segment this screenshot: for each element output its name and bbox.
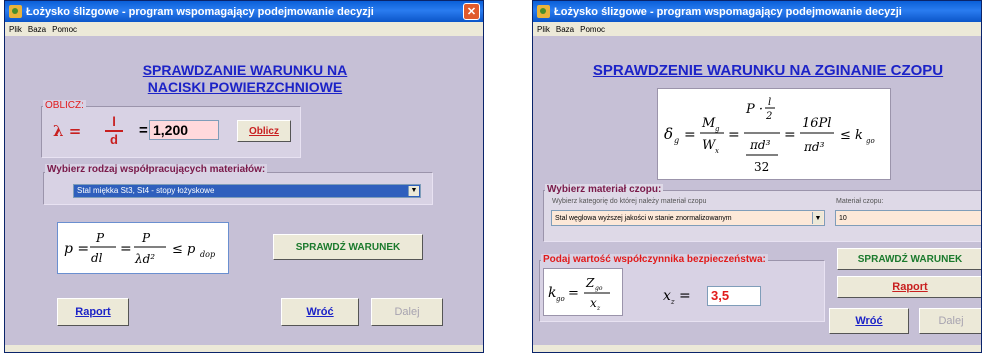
kgo-formula: k go = Z go x z: [543, 268, 623, 316]
bf-kgo-sub: go: [866, 137, 875, 145]
right-window: Łożysko ślizgowe - program wspomagający …: [532, 0, 982, 353]
formula-num1: P: [95, 231, 105, 245]
menu-plik[interactable]: Plik: [9, 25, 22, 34]
page-title: SPRAWDZENIE WARUNKU NA ZGINANIE CZOPU: [592, 62, 944, 79]
bf-eq2: =: [728, 127, 740, 143]
materials-select[interactable]: Stal miękka St3, St4 - stopy łożyskowe ▼: [73, 184, 421, 198]
bf-eq3: =: [784, 127, 796, 143]
formula-den2: λd²: [134, 252, 155, 266]
close-icon[interactable]: ✕: [463, 3, 480, 20]
material-group-label: Wybierz materiał czopu:: [545, 184, 664, 195]
report-button[interactable]: Raport: [837, 276, 981, 298]
materials-group-label: Wybierz rodzaj współpracujących materiał…: [45, 164, 268, 175]
kgo-x: x: [590, 296, 597, 310]
category-selected-value: Stal węglowa wyższej jakości w stanie zn…: [555, 214, 732, 222]
menu-baza[interactable]: Baza: [28, 25, 46, 34]
page-title-line1: SPRAWDZANIE WARUNKU NA: [142, 62, 348, 78]
xz-input[interactable]: 3,5: [707, 286, 761, 306]
oblicz-button-label: Oblicz: [248, 125, 279, 137]
back-button-label: Wróć: [306, 306, 334, 318]
left-titlebar: Łożysko ślizgowe - program wspomagający …: [5, 1, 483, 22]
kgo-sub: go: [556, 295, 565, 303]
materials-selected-value: Stal miękka St3, St4 - stopy łożyskowe: [77, 186, 215, 195]
bf-mg: M: [701, 116, 716, 131]
menu-plik[interactable]: Plik: [537, 25, 550, 34]
menu-pomoc[interactable]: Pomoc: [52, 25, 77, 34]
category-label: Wybierz kategorię do której należy mater…: [551, 198, 708, 205]
formula-p: p =: [64, 241, 89, 257]
bf-wx-sub: x: [715, 147, 719, 155]
xz-symbol: xz =: [663, 288, 691, 306]
bf-l: l: [768, 97, 771, 108]
next-button[interactable]: Dalej: [371, 298, 443, 326]
back-button[interactable]: Wróć: [829, 308, 909, 334]
window-title: Łożysko ślizgowe - program wspomagający …: [26, 5, 374, 18]
bf-mg-sub: g: [715, 125, 720, 133]
oblicz-button[interactable]: Oblicz: [237, 120, 291, 142]
material-label: Materiał czopu:: [835, 198, 885, 205]
equals-sign: =: [139, 122, 148, 139]
material-selected-value: 10: [839, 214, 847, 222]
formula-sub: dop: [200, 250, 215, 259]
left-menubar: Plik Baza Pomoc: [5, 22, 483, 36]
formula-num2: P: [141, 231, 151, 245]
safety-group-label: Podaj wartość współczynnika bezpieczeńst…: [541, 254, 768, 265]
left-content: SPRAWDZANIE WARUNKU NA NACISKI POWIERZCH…: [5, 36, 483, 352]
formula-eq: =: [120, 241, 132, 257]
check-condition-button[interactable]: SPRAWDŹ WARUNEK: [273, 234, 423, 260]
pressure-formula: p = P dl = P λd² ≤ p dop: [57, 222, 229, 274]
formula-den1: dl: [91, 251, 103, 265]
bf-le: ≤ k: [840, 128, 863, 143]
lambda-fraction: l d: [105, 114, 123, 148]
check-condition-button[interactable]: SPRAWDŹ WARUNEK: [837, 248, 981, 270]
menu-pomoc[interactable]: Pomoc: [580, 25, 605, 34]
bf-pid3: πd³: [749, 138, 771, 152]
bf-delta: δ: [664, 125, 673, 143]
lambda-numerator: l: [105, 114, 123, 132]
back-button-label: Wróć: [855, 315, 883, 327]
kgo-z-sub: go: [595, 285, 603, 292]
next-button[interactable]: Dalej: [919, 308, 981, 334]
oblicz-group-label: OBLICZ:: [43, 100, 86, 111]
bf-pid3b: πd³: [803, 140, 825, 154]
bf-eq1: =: [684, 127, 696, 143]
right-content: SPRAWDZENIE WARUNKU NA ZGINANIE CZOPU δ …: [533, 36, 981, 352]
report-button[interactable]: Raport: [57, 298, 129, 326]
back-button[interactable]: Wróć: [281, 298, 359, 326]
lambda-symbol: λ =: [53, 122, 82, 140]
kgo-z: Z: [585, 276, 595, 290]
window-title: Łożysko ślizgowe - program wspomagający …: [554, 5, 902, 18]
bf-delta-sub: g: [674, 136, 679, 145]
formula-le: ≤ p: [172, 242, 196, 257]
left-status-strip: [5, 345, 483, 352]
dropdown-arrow-icon[interactable]: ▼: [408, 186, 419, 196]
bf-p: P ·: [745, 102, 763, 117]
left-window: Łożysko ślizgowe - program wspomagający …: [4, 0, 484, 353]
right-titlebar: Łożysko ślizgowe - program wspomagający …: [533, 1, 981, 22]
report-button-label: Raport: [892, 281, 928, 293]
app-icon: [9, 5, 22, 18]
kgo-formula-svg: k go = Z go x z: [548, 276, 610, 312]
pressure-formula-svg: p = P dl = P λd² ≤ p dop: [64, 231, 215, 266]
category-select[interactable]: Stal węglowa wyższej jakości w stanie zn…: [551, 210, 825, 226]
material-select[interactable]: 10 ▼: [835, 210, 981, 226]
dropdown-arrow-icon[interactable]: ▼: [812, 212, 823, 224]
menu-baza[interactable]: Baza: [556, 25, 574, 34]
bending-formula: δ g = M g W x = P · l 2 πd³ 32 = 16Pl πd…: [657, 88, 891, 180]
kgo-x-sub: z: [596, 305, 601, 312]
page-title-line2: NACISKI POWIERZCHNIOWE: [147, 79, 343, 95]
app-icon: [537, 5, 550, 18]
report-button-label: Raport: [75, 306, 111, 318]
bf-2: 2: [765, 111, 772, 122]
lambda-denominator: d: [110, 132, 118, 147]
lambda-input[interactable]: 1,200: [149, 120, 219, 140]
page-title: SPRAWDZANIE WARUNKU NA NACISKI POWIERZCH…: [85, 62, 405, 96]
kgo-eq: =: [568, 286, 579, 301]
bf-32: 32: [754, 160, 769, 174]
bf-16pl: 16Pl: [802, 116, 831, 131]
right-menubar: Plik Baza Pomoc: [533, 22, 981, 36]
bending-formula-svg: δ g = M g W x = P · l 2 πd³ 32 = 16Pl πd…: [664, 97, 875, 174]
right-status-strip: [533, 345, 981, 352]
